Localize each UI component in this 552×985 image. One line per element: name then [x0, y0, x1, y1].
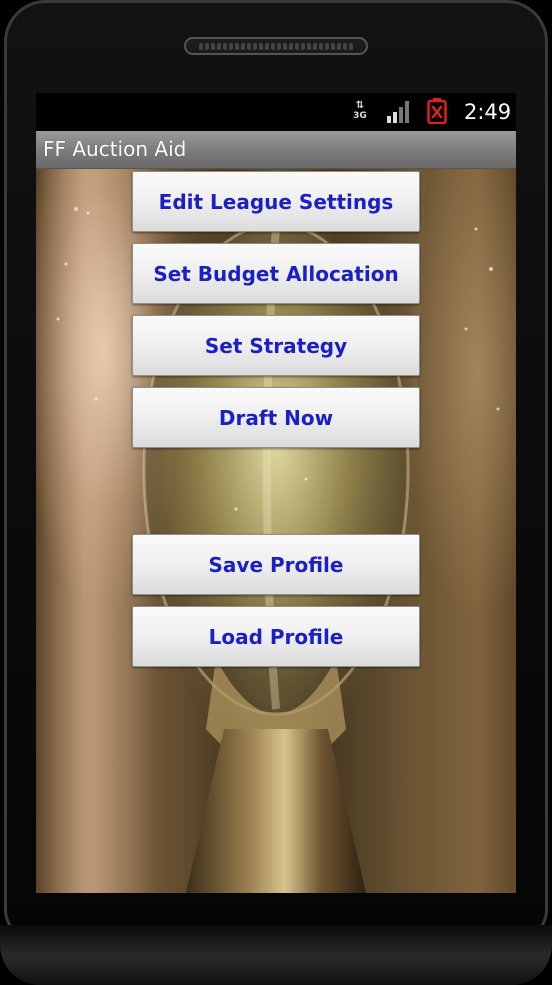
- draft-now-button[interactable]: Draft Now: [132, 387, 420, 448]
- main-menu-screen: Edit League Settings Set Budget Allocati…: [36, 169, 516, 893]
- edit-league-settings-button[interactable]: Edit League Settings: [132, 171, 420, 232]
- set-strategy-button[interactable]: Set Strategy: [132, 315, 420, 376]
- phone-device-frame: ⇅ 3G 2:49 FF Auction Aid Edit League Set…: [0, 0, 552, 985]
- data-arrows-icon: ⇅ 3G: [353, 100, 367, 122]
- status-bar: ⇅ 3G 2:49: [36, 93, 516, 131]
- clock-time: 2:49: [464, 100, 512, 124]
- save-profile-button[interactable]: Save Profile: [132, 534, 420, 595]
- phone-bottom-chin: [0, 925, 552, 985]
- earpiece-speaker: [184, 37, 368, 55]
- battery-alert-icon: [427, 98, 447, 124]
- load-profile-button[interactable]: Load Profile: [132, 606, 420, 667]
- set-budget-allocation-button[interactable]: Set Budget Allocation: [132, 243, 420, 304]
- app-title-bar: FF Auction Aid: [36, 131, 516, 169]
- signal-bars-icon: [387, 101, 409, 123]
- app-title: FF Auction Aid: [43, 137, 187, 161]
